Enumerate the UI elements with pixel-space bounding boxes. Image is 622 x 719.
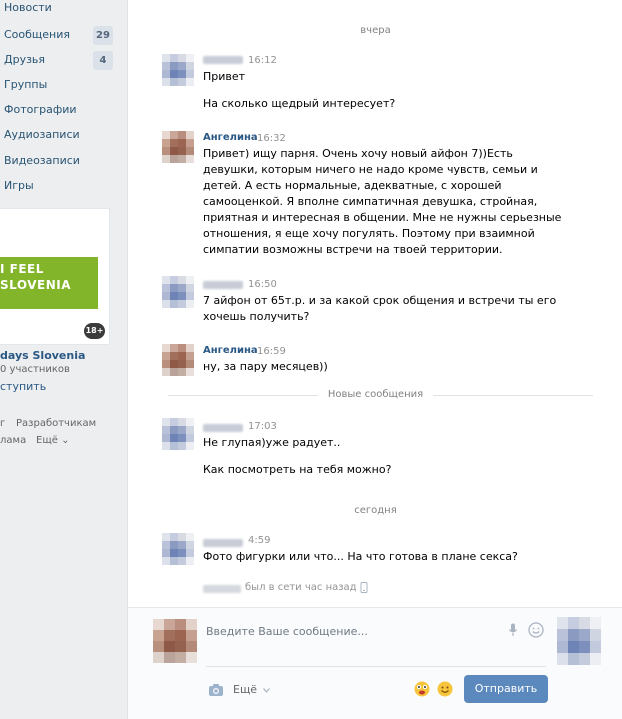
- message-line: приятная и интересная в общении. Мне не …: [203, 211, 562, 224]
- sidebar-item-friends[interactable]: Друзья: [4, 50, 45, 70]
- sidebar-item-groups[interactable]: Группы: [4, 75, 47, 95]
- ad-join-link[interactable]: ступить: [0, 380, 46, 393]
- attach-more-button[interactable]: Ещё: [233, 683, 257, 696]
- day-separator: вчера: [360, 25, 391, 36]
- message-line: симпатии возможны встречи на твоей терри…: [203, 243, 503, 256]
- message-line: детей. А есть нормальные, адекватные, с …: [203, 179, 502, 192]
- left-sidebar: Новости Сообщения 29 Друзья 4 Группы Фот…: [0, 0, 127, 719]
- user-avatar-blurred[interactable]: [162, 344, 194, 376]
- age-rating-badge: 18+: [84, 323, 105, 339]
- ad-title-link[interactable]: days Slovenia: [0, 349, 85, 362]
- message-line: На сколько щедрый интересует?: [203, 97, 396, 110]
- footer-link-developers[interactable]: Разработчикам: [16, 418, 96, 429]
- sidebar-item-messages[interactable]: Сообщения: [4, 25, 70, 45]
- ad-banner-text: SLOVENIA: [0, 278, 72, 292]
- chevron-down-icon: [263, 688, 270, 693]
- message-line: ну, за пару месяцев)): [203, 360, 328, 373]
- message-time: 4:59: [248, 535, 271, 546]
- sidebar-item-news[interactable]: Новости: [4, 0, 52, 18]
- sidebar-item-games[interactable]: Игры: [4, 176, 34, 196]
- send-button[interactable]: Отправить: [464, 675, 548, 703]
- author-name[interactable]: Ангелина: [203, 345, 258, 356]
- ad-banner-corner: [90, 257, 98, 309]
- message-line: девушки, которым ничего не надо кроме чу…: [203, 163, 538, 176]
- input-underline: [206, 666, 546, 667]
- message-line: хочешь получить?: [203, 310, 310, 323]
- sidebar-item-photos[interactable]: Фотографии: [4, 100, 77, 120]
- author-name-blurred[interactable]: [203, 424, 243, 432]
- message-line: отношения, я еще хочу погулять. Поэтому …: [203, 227, 535, 240]
- friends-count-badge: 4: [93, 51, 113, 70]
- emoji-smile-colored-icon[interactable]: [437, 681, 453, 697]
- user-avatar-blurred[interactable]: [162, 418, 194, 450]
- author-name-blurred[interactable]: [203, 539, 243, 547]
- author-name-blurred[interactable]: [203, 281, 243, 289]
- author-name-blurred[interactable]: [203, 56, 243, 64]
- message-line: Привет) ищу парня. Очень хочу новый айфо…: [203, 147, 513, 160]
- message-line: Как посмотреть на тебя можно?: [203, 463, 392, 476]
- author-name[interactable]: Ангелина: [203, 132, 258, 143]
- camera-icon[interactable]: [208, 683, 224, 697]
- ad-members-count: 0 участников: [0, 364, 70, 375]
- mobile-phone-icon: [360, 582, 368, 593]
- day-separator: сегодня: [354, 505, 397, 516]
- status-name-blurred: [203, 585, 241, 593]
- emoji-shocked-icon[interactable]: [414, 681, 430, 697]
- contact-avatar-blurred[interactable]: [557, 617, 601, 665]
- sidebar-item-audio[interactable]: Аудиозаписи: [4, 125, 80, 145]
- user-avatar-blurred[interactable]: [162, 131, 194, 163]
- sidebar-item-video[interactable]: Видеозаписи: [4, 151, 80, 171]
- my-avatar-blurred[interactable]: [153, 619, 197, 663]
- message-time: 16:50: [248, 279, 277, 290]
- message-time: 16:12: [248, 55, 277, 66]
- ad-banner-text: I FEEL: [0, 262, 44, 276]
- messages-count-badge: 29: [93, 26, 113, 45]
- footer-more-link[interactable]: Ещё ⌄: [36, 435, 69, 446]
- user-avatar-blurred[interactable]: [162, 533, 194, 565]
- message-line: Привет: [203, 70, 246, 83]
- footer-link-ads[interactable]: лама: [0, 435, 26, 446]
- emoji-smile-icon[interactable]: [528, 622, 544, 638]
- microphone-icon[interactable]: [508, 623, 518, 637]
- message-line: Не глупая)уже радует..: [203, 436, 341, 449]
- message-line: Фото фигурки или что... На что готова в …: [203, 550, 518, 563]
- separator-line: [433, 395, 593, 396]
- message-input[interactable]: Введите Ваше сообщение...: [206, 622, 546, 666]
- message-line: 7 айфон от 65т.р. и за какой срок общени…: [203, 294, 557, 307]
- chat-panel: вчера 16:12 Привет На сколько щедрый инт…: [127, 0, 622, 719]
- message-line: самооценкой. Я вполне симпатичная девушк…: [203, 195, 538, 208]
- footer-link[interactable]: г: [0, 418, 5, 429]
- user-avatar-blurred[interactable]: [162, 276, 194, 308]
- online-status: был в сети час назад: [245, 582, 357, 593]
- message-time: 16:59: [257, 346, 286, 357]
- message-time: 16:32: [257, 133, 286, 144]
- user-avatar-blurred[interactable]: [162, 54, 194, 86]
- message-time: 17:03: [248, 421, 277, 432]
